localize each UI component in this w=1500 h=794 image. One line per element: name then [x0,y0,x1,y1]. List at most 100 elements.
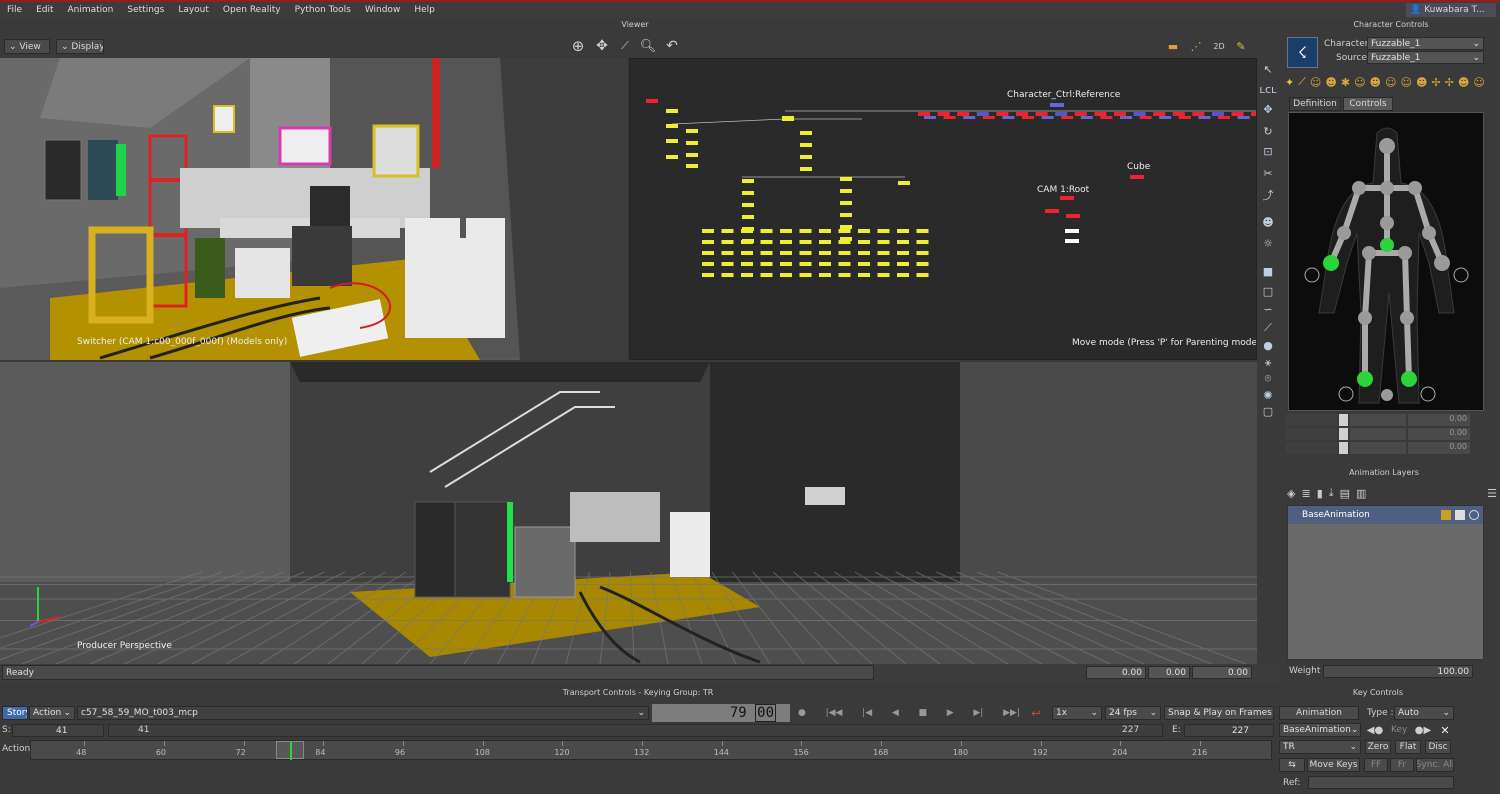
anim-icon[interactable]: ☼ [1259,236,1277,252]
viewport-producer-perspective[interactable]: Producer Perspective [0,362,1257,664]
cube-outline-icon[interactable]: □ [1259,284,1277,300]
figure-fk-icon[interactable]: ✢ [1445,76,1454,89]
translate-tool-icon[interactable]: ✥ [1259,102,1277,118]
row-slider[interactable] [1350,414,1406,426]
play-reverse-icon[interactable]: ◀ [892,708,899,718]
pose-icon[interactable]: ✦ [1285,76,1294,89]
menu-item[interactable]: Window [358,5,408,15]
control-row[interactable]: 0.00 [1285,414,1485,426]
play-icon[interactable]: ▶ [947,708,954,718]
move-keys-toggle-icon[interactable]: ⇆ [1279,758,1305,772]
select-arrow-icon[interactable]: ↖ [1259,62,1277,78]
pencil-icon[interactable]: ✎ [1232,38,1250,54]
key-layer-select[interactable]: BaseAnimation ⌄ [1279,723,1361,737]
local-icon[interactable]: ʟᴄʟ [1259,82,1277,98]
menu-item[interactable]: Help [407,5,442,15]
key-type-select[interactable]: Auto ⌄ [1394,706,1454,720]
story-button[interactable]: Story [2,706,28,720]
character-icon[interactable]: ☻ [1259,215,1277,231]
goto-end-icon[interactable]: ▶▶| [1003,708,1020,718]
prev-frame-icon[interactable]: |◀ [862,708,872,718]
start-frame-field[interactable]: 41 [12,724,104,737]
snap-select[interactable]: Snap & Play on Frames⌄ [1164,706,1274,720]
row-slider[interactable] [1350,442,1406,454]
control-row[interactable]: 0.00 [1285,428,1485,440]
bone-icon[interactable]: ⚹ [1259,355,1277,371]
mirror-icon[interactable]: ☺ [1400,76,1411,89]
goto-start-icon[interactable]: |◀◀ [826,708,843,718]
figure-alt-icon[interactable]: ✢ [1431,76,1440,89]
zoom-range-bar[interactable] [108,724,1163,737]
next-frame-icon[interactable]: ▶| [973,708,983,718]
layer-stack-icon[interactable]: ≣ [1301,487,1310,500]
merge-layer-icon[interactable]: ⤓ [1329,486,1334,500]
timeline-playhead[interactable] [276,741,304,760]
zoom-icon[interactable]: 🔍︎ [638,37,658,55]
fps-select[interactable]: 24 fps ⌄ [1105,706,1161,720]
user-menu[interactable]: 👤 Kuwabara T... [1406,3,1496,17]
export-icon[interactable]: ⤴ [1259,188,1277,204]
rotate-tool-icon[interactable]: ↻ [1259,124,1277,140]
sphere-icon[interactable]: ● [1259,338,1277,354]
stop-icon[interactable]: ■ [919,708,928,718]
brush-icon[interactable]: ⟋ [1259,320,1277,336]
pane-layout-icon[interactable]: ▬ [1162,38,1184,54]
animation-mode-button[interactable]: Animation [1279,706,1359,720]
snap-icon[interactable]: ⋰ [1186,38,1206,54]
schematic-view[interactable]: Character_Ctrl:Reference Cube CAM 1:Root… [629,58,1257,360]
tab-controls[interactable]: Controls [1343,97,1393,111]
display-menu-button[interactable]: ⌄ Display [56,39,104,54]
move-keys-button[interactable]: Move Keys [1307,758,1360,772]
take-select[interactable]: c57_58_59_MO_t003_mcp ⌄ [77,706,649,720]
menu-item[interactable]: File [0,5,29,15]
character-figure-view[interactable] [1288,112,1484,411]
layers-menu-icon[interactable]: ☰ [1487,487,1497,500]
frame-counter[interactable]: 79 00 [652,704,790,722]
source-select[interactable]: Fuzzable_1 ⌄ [1367,51,1484,64]
view-menu-button[interactable]: ⌄ View [4,39,50,54]
delete-layer-icon[interactable]: ▮ [1317,487,1323,500]
lock-icon[interactable] [1441,510,1451,520]
menu-item[interactable]: Animation [61,5,121,15]
menu-item[interactable]: Open Reality [216,5,288,15]
ik-icon[interactable]: ✱ [1341,76,1350,89]
control-row[interactable]: 0.00 [1285,442,1485,454]
keying-group-select[interactable]: TR ⌄ [1279,740,1361,754]
body-full-icon[interactable]: ☺ [1310,76,1321,89]
key-button[interactable]: Key [1391,725,1407,735]
end-frame-field[interactable]: 227 [1184,724,1274,737]
pin-tool-icon[interactable]: ⟋ [1298,75,1306,89]
scale-tool-icon[interactable]: ⊡ [1259,144,1277,160]
fk-icon[interactable]: ☺ [1354,76,1365,89]
loop-icon[interactable]: ↩ [1024,705,1048,721]
figure-ik-icon[interactable]: ☻ [1458,76,1469,89]
sync-all-button[interactable]: Sync. All [1416,758,1454,772]
transform-gizmo-icon[interactable]: ⊕ [568,37,588,55]
delete-key-icon[interactable]: ✕ [1437,723,1453,737]
camera-icon[interactable]: ⌾ [1259,371,1277,387]
row-checkbox[interactable] [1339,428,1348,440]
frame-icon[interactable]: ▢ [1259,404,1277,420]
skeleton-icon[interactable]: ☺ [1385,76,1396,89]
row-slider[interactable] [1350,428,1406,440]
character-select[interactable]: Fuzzable_1 ⌄ [1367,37,1484,50]
orbit-icon[interactable]: ↶ [662,37,682,55]
tab-definition[interactable]: Definition [1289,97,1341,111]
pin-icon[interactable]: ✂ [1259,166,1277,182]
curve-icon[interactable]: ∽ [1259,302,1277,318]
flat-button[interactable]: Flat [1395,740,1421,754]
mute-icon[interactable] [1469,510,1479,520]
light-icon[interactable]: ✺ [1259,388,1277,404]
2d-view-icon[interactable]: 2D [1210,38,1228,54]
timeline-ruler[interactable]: 48 60 72 84 96 108 120 132 144 156 168 180 192 204 216 [30,740,1272,760]
menu-item[interactable]: Edit [29,5,60,15]
speed-select[interactable]: 1x ⌄ [1052,706,1102,720]
row-checkbox[interactable] [1339,414,1348,426]
reach-icon[interactable]: ☻ [1370,76,1381,89]
next-key-icon[interactable]: ●▶ [1412,723,1434,737]
fr-button[interactable]: Fr [1390,758,1414,772]
record-icon[interactable]: ● [798,708,806,718]
viewport-switcher[interactable]: Switcher (CAM 1:c00_000f_000f) (Models o… [0,58,627,360]
disc-button[interactable]: Disc [1425,740,1451,754]
layer-book-icon[interactable]: ▥ [1356,487,1366,500]
